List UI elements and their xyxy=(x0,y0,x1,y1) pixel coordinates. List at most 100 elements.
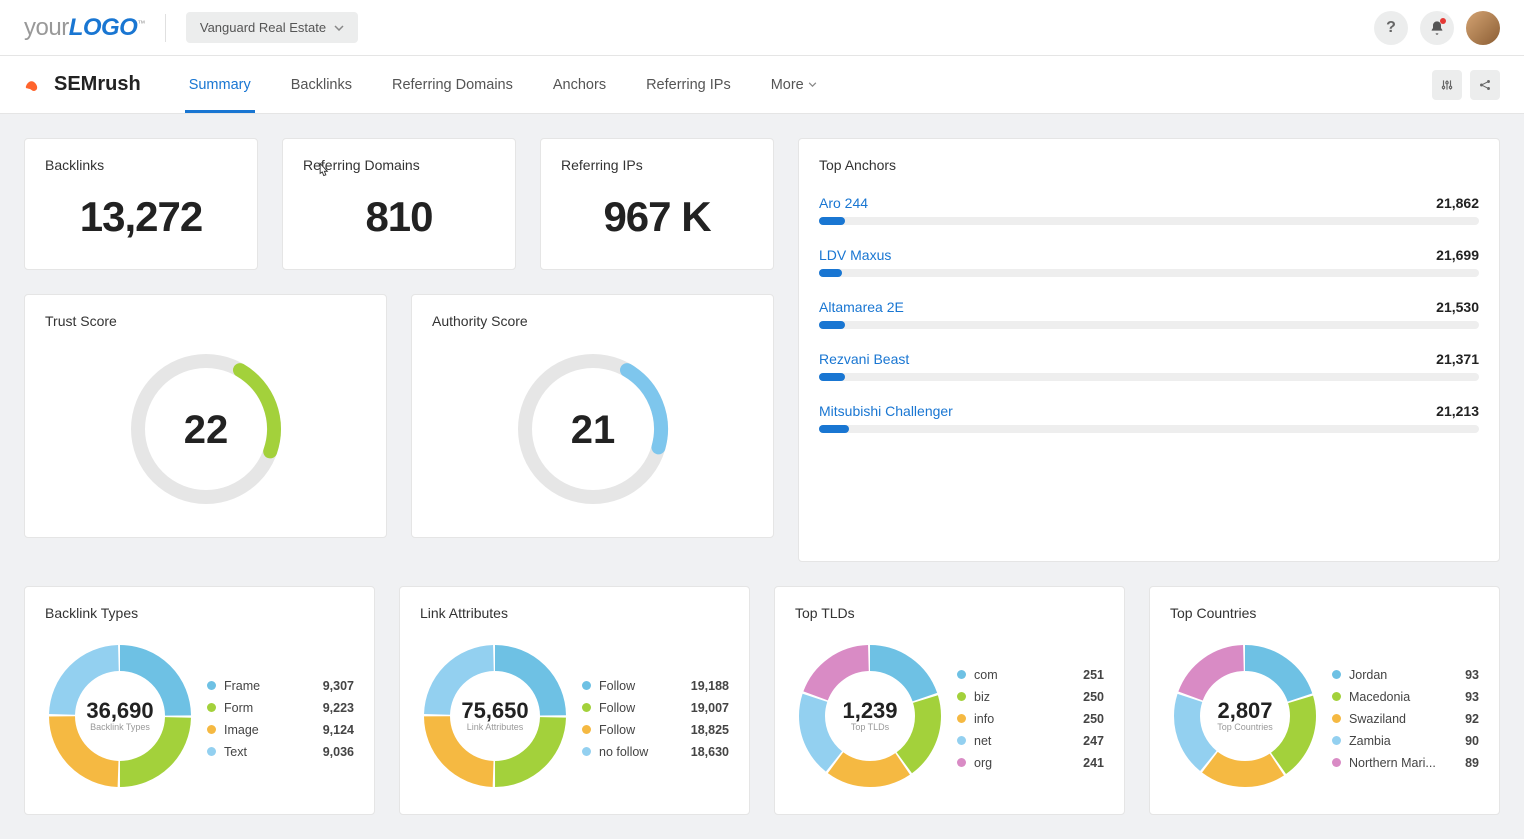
anchor-row[interactable]: Aro 24421,862 xyxy=(819,195,1479,225)
legend-value: 9,124 xyxy=(323,723,354,737)
semrush-icon xyxy=(24,75,44,95)
trust-score-card[interactable]: Trust Score 22 xyxy=(24,294,387,538)
legend-row: Zambia90 xyxy=(1332,730,1479,752)
tab-summary[interactable]: Summary xyxy=(171,56,269,113)
legend-row: net247 xyxy=(957,730,1104,752)
anchor-name: Mitsubishi Challenger xyxy=(819,403,953,419)
anchor-value: 21,213 xyxy=(1436,403,1479,419)
legend-dot-icon xyxy=(1332,670,1341,679)
share-icon xyxy=(1478,78,1492,92)
toolbar: SEMrush Summary Backlinks Referring Doma… xyxy=(0,56,1524,114)
anchor-row[interactable]: LDV Maxus21,699 xyxy=(819,247,1479,277)
legend-value: 93 xyxy=(1465,668,1479,682)
legend-dot-icon xyxy=(1332,692,1341,701)
top-countries-card[interactable]: Top Countries 2,807 Top CountriesJordan9… xyxy=(1149,586,1500,815)
legend-value: 9,307 xyxy=(323,679,354,693)
legend-row: Frame 9,307 xyxy=(207,675,354,697)
integration-brand: SEMrush xyxy=(24,73,141,96)
legend-dot-icon xyxy=(207,703,216,712)
backlinks-card[interactable]: Backlinks 13,272 xyxy=(24,138,258,270)
legend-dot-icon xyxy=(582,703,591,712)
anchor-bar xyxy=(819,217,1479,225)
legend-row: Follow19,188 xyxy=(582,675,729,697)
anchor-name: Rezvani Beast xyxy=(819,351,909,367)
legend-row: Macedonia 93 xyxy=(1332,686,1479,708)
tab-anchors[interactable]: Anchors xyxy=(535,56,624,113)
notifications-button[interactable] xyxy=(1420,11,1454,45)
stat-value: 810 xyxy=(303,193,495,241)
top-tlds-card[interactable]: Top TLDs 1,239 Top TLDscom251biz250info2… xyxy=(774,586,1125,815)
card-title: Link Attributes xyxy=(420,605,729,621)
sliders-icon xyxy=(1440,78,1454,92)
legend-row: no follow18,630 xyxy=(582,741,729,763)
legend-label: com xyxy=(974,668,1077,682)
share-button[interactable] xyxy=(1470,70,1500,100)
legend-value: 251 xyxy=(1083,668,1104,682)
link-attributes-card[interactable]: Link Attributes 75,650 Link Attributes Fo… xyxy=(399,586,750,815)
legend-row: com 251 xyxy=(957,664,1104,686)
card-title: Backlinks xyxy=(45,157,237,173)
referring-domains-card[interactable]: Referring Domains 810 xyxy=(282,138,516,270)
legend-label: Form xyxy=(224,701,317,715)
anchor-name: Aro 244 xyxy=(819,195,868,211)
tab-backlinks[interactable]: Backlinks xyxy=(273,56,370,113)
anchor-bar xyxy=(819,373,1479,381)
legend-dot-icon xyxy=(1332,758,1341,767)
tab-referring-domains[interactable]: Referring Domains xyxy=(374,56,531,113)
legend-label: Northern Mari... xyxy=(1349,756,1459,770)
card-title: Referring IPs xyxy=(561,157,753,173)
legend-value: 93 xyxy=(1465,690,1479,704)
svg-text:22: 22 xyxy=(183,408,228,452)
legend-label: biz xyxy=(974,690,1077,704)
authority-score-card[interactable]: Authority Score 21 xyxy=(411,294,774,538)
tab-referring-ips[interactable]: Referring IPs xyxy=(628,56,749,113)
tabs: Summary Backlinks Referring Domains Anch… xyxy=(171,56,835,113)
legend-value: 19,188 xyxy=(691,679,729,693)
settings-button[interactable] xyxy=(1432,70,1462,100)
card-title: Top Countries xyxy=(1170,605,1479,621)
card-title: Trust Score xyxy=(45,313,366,329)
legend-label: Macedonia xyxy=(1349,690,1459,704)
referring-ips-card[interactable]: Referring IPs 967 K xyxy=(540,138,774,270)
legend-label: org xyxy=(974,756,1077,770)
tab-more[interactable]: More xyxy=(753,56,835,113)
legend-value: 9,036 xyxy=(323,745,354,759)
top-anchors-card[interactable]: Top Anchors Aro 24421,862 LDV Maxus21,69… xyxy=(798,138,1500,562)
client-name: Vanguard Real Estate xyxy=(200,20,326,35)
legend-dot-icon xyxy=(957,670,966,679)
client-selector[interactable]: Vanguard Real Estate xyxy=(186,12,358,43)
svg-text:Top Countries: Top Countries xyxy=(1217,722,1273,732)
svg-text:75,650: 75,650 xyxy=(461,698,528,723)
anchors-list: Aro 24421,862 LDV Maxus21,699 Altamarea … xyxy=(819,195,1479,433)
legend-dot-icon xyxy=(1332,714,1341,723)
legend-value: 18,825 xyxy=(691,723,729,737)
donut-chart: 2,807 Top Countries xyxy=(1170,641,1320,791)
backlink-types-card[interactable]: Backlink Types 36,690 Backlink TypesFram… xyxy=(24,586,375,815)
anchor-row[interactable]: Altamarea 2E21,530 xyxy=(819,299,1479,329)
authority-gauge: 21 xyxy=(432,339,753,519)
legend-dot-icon xyxy=(957,714,966,723)
svg-text:Backlink Types: Backlink Types xyxy=(90,722,150,732)
anchor-value: 21,371 xyxy=(1436,351,1479,367)
legend-value: 19,007 xyxy=(691,701,729,715)
topbar: yourLOGO™ Vanguard Real Estate ? xyxy=(0,0,1524,56)
legend-row: Form9,223 xyxy=(207,697,354,719)
anchor-row[interactable]: Mitsubishi Challenger 21,213 xyxy=(819,403,1479,433)
anchor-bar xyxy=(819,321,1479,329)
legend-row: Follow18,825 xyxy=(582,719,729,741)
legend-row: org241 xyxy=(957,752,1104,774)
anchor-row[interactable]: Rezvani Beast 21,371 xyxy=(819,351,1479,381)
legend-label: Frame xyxy=(224,679,317,693)
app-logo: yourLOGO™ xyxy=(24,14,145,42)
anchor-bar xyxy=(819,425,1479,433)
svg-text:Link Attributes: Link Attributes xyxy=(467,722,524,732)
legend-dot-icon xyxy=(207,725,216,734)
legend-label: Image xyxy=(224,723,317,737)
user-avatar[interactable] xyxy=(1466,11,1500,45)
notification-dot-icon xyxy=(1440,18,1446,24)
svg-text:Top TLDs: Top TLDs xyxy=(851,722,890,732)
help-button[interactable]: ? xyxy=(1374,11,1408,45)
anchor-bar xyxy=(819,269,1479,277)
legend-label: Follow xyxy=(599,701,685,715)
legend-dot-icon xyxy=(582,681,591,690)
